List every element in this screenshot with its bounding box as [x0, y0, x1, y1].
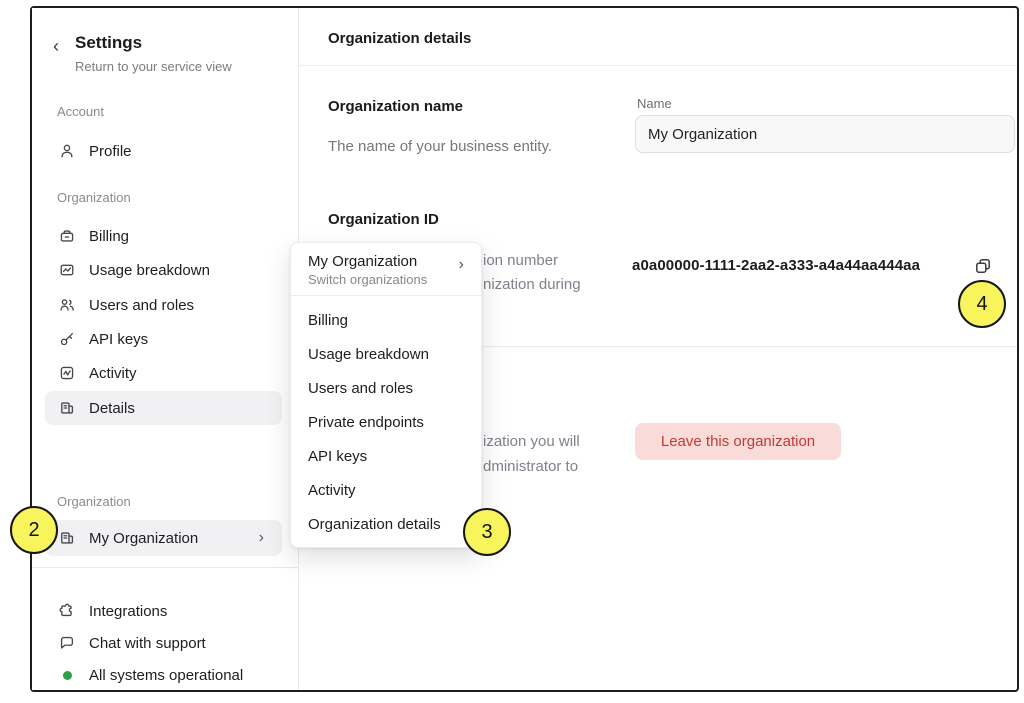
- sidebar-divider: [32, 567, 298, 568]
- organization-building-icon: [58, 529, 76, 547]
- chat-bubble-icon: [58, 634, 76, 652]
- dropdown-org-name: My Organization: [308, 253, 465, 270]
- sidebar-item-my-organization[interactable]: My Organization ›: [45, 520, 282, 556]
- sidebar-item-label: API keys: [89, 331, 148, 348]
- back-chevron-icon[interactable]: ‹: [53, 36, 59, 57]
- sidebar-item-system-status[interactable]: All systems operational: [32, 658, 298, 692]
- dropdown-item-list: Billing Usage breakdown Users and roles …: [291, 296, 481, 542]
- fragment-line: dministrator to: [483, 458, 578, 475]
- app-window: ‹ Settings Return to your service view A…: [30, 6, 1019, 692]
- sidebar-item-label: Profile: [89, 143, 132, 160]
- organization-name-input[interactable]: [635, 115, 1015, 153]
- sidebar-item-profile[interactable]: Profile: [32, 134, 298, 168]
- sidebar-item-integrations[interactable]: Integrations: [32, 594, 298, 628]
- sidebar-item-users-roles[interactable]: Users and roles: [32, 288, 298, 322]
- fragment-line: ion number: [483, 252, 558, 269]
- users-icon: [58, 296, 76, 314]
- dropdown-header[interactable]: My Organization Switch organizations ›: [291, 243, 481, 295]
- sidebar-item-label: All systems operational: [89, 667, 243, 684]
- sidebar-item-billing[interactable]: Billing: [32, 219, 298, 253]
- puzzle-icon: [58, 602, 76, 620]
- chevron-right-icon: ›: [259, 529, 264, 547]
- section-label-account: Account: [57, 104, 104, 119]
- dropdown-item-usage-breakdown[interactable]: Usage breakdown: [291, 338, 481, 372]
- annotation-step-2-badge: 2: [10, 506, 58, 554]
- annotation-step-4-badge: 4: [958, 280, 1006, 328]
- copy-icon[interactable]: [973, 256, 993, 276]
- sidebar-subtitle[interactable]: Return to your service view: [75, 59, 232, 74]
- sidebar-item-label: Users and roles: [89, 297, 194, 314]
- usage-chart-icon: [58, 261, 76, 279]
- billing-icon: [58, 227, 76, 245]
- sidebar-item-label: Chat with support: [89, 635, 206, 652]
- section-label-organization-2: Organization: [57, 494, 131, 509]
- sidebar-item-api-keys[interactable]: API keys: [32, 322, 298, 356]
- activity-icon: [58, 364, 76, 382]
- chevron-right-icon: ›: [459, 256, 464, 274]
- section-label-organization: Organization: [57, 190, 131, 205]
- fragment-line: nization during: [483, 276, 581, 293]
- sidebar-item-details[interactable]: Details: [45, 391, 282, 425]
- sidebar-title: Settings: [75, 33, 142, 53]
- organization-id-value: a0a00000-1111-2aa2-a333-a4a44aa444aa: [632, 257, 920, 274]
- annotation-step-3-badge: 3: [463, 508, 511, 556]
- leave-organization-button[interactable]: Leave this organization: [635, 423, 841, 460]
- sidebar-item-activity[interactable]: Activity: [32, 356, 298, 390]
- sidebar-item-label: Billing: [89, 228, 129, 245]
- header-divider: [299, 65, 1017, 66]
- person-icon: [58, 142, 76, 160]
- status-green-dot-icon: [58, 666, 76, 684]
- sidebar-item-label: Usage breakdown: [89, 262, 210, 279]
- org-name-heading: Organization name: [328, 98, 463, 115]
- dropdown-item-billing[interactable]: Billing: [291, 304, 481, 338]
- sidebar-item-usage-breakdown[interactable]: Usage breakdown: [32, 253, 298, 287]
- dropdown-item-users-roles[interactable]: Users and roles: [291, 372, 481, 406]
- dropdown-item-private-endpoints[interactable]: Private endpoints: [291, 406, 481, 440]
- name-field-label: Name: [637, 96, 672, 111]
- sidebar-item-label: Details: [89, 400, 135, 417]
- sidebar-item-chat-support[interactable]: Chat with support: [32, 626, 298, 660]
- dropdown-item-organization-details[interactable]: Organization details: [291, 508, 481, 542]
- dropdown-item-activity[interactable]: Activity: [291, 474, 481, 508]
- sidebar-item-label: My Organization: [89, 530, 198, 547]
- org-id-description-fragment: ion number nization during: [483, 249, 581, 297]
- dropdown-item-api-keys[interactable]: API keys: [291, 440, 481, 474]
- org-name-description: The name of your business entity.: [328, 138, 552, 155]
- fragment-line: ization you will: [483, 433, 580, 450]
- page-title: Organization details: [328, 30, 471, 47]
- org-id-heading: Organization ID: [328, 211, 439, 228]
- organization-building-icon: [58, 399, 76, 417]
- sidebar-item-label: Integrations: [89, 603, 167, 620]
- dropdown-switch-label: Switch organizations: [308, 272, 465, 287]
- sidebar-item-label: Activity: [89, 365, 137, 382]
- leave-description-fragment: ization you will dministrator to: [483, 429, 580, 479]
- settings-sidebar: ‹ Settings Return to your service view A…: [32, 8, 299, 690]
- organization-dropdown-menu: My Organization Switch organizations › B…: [290, 242, 482, 548]
- key-icon: [58, 330, 76, 348]
